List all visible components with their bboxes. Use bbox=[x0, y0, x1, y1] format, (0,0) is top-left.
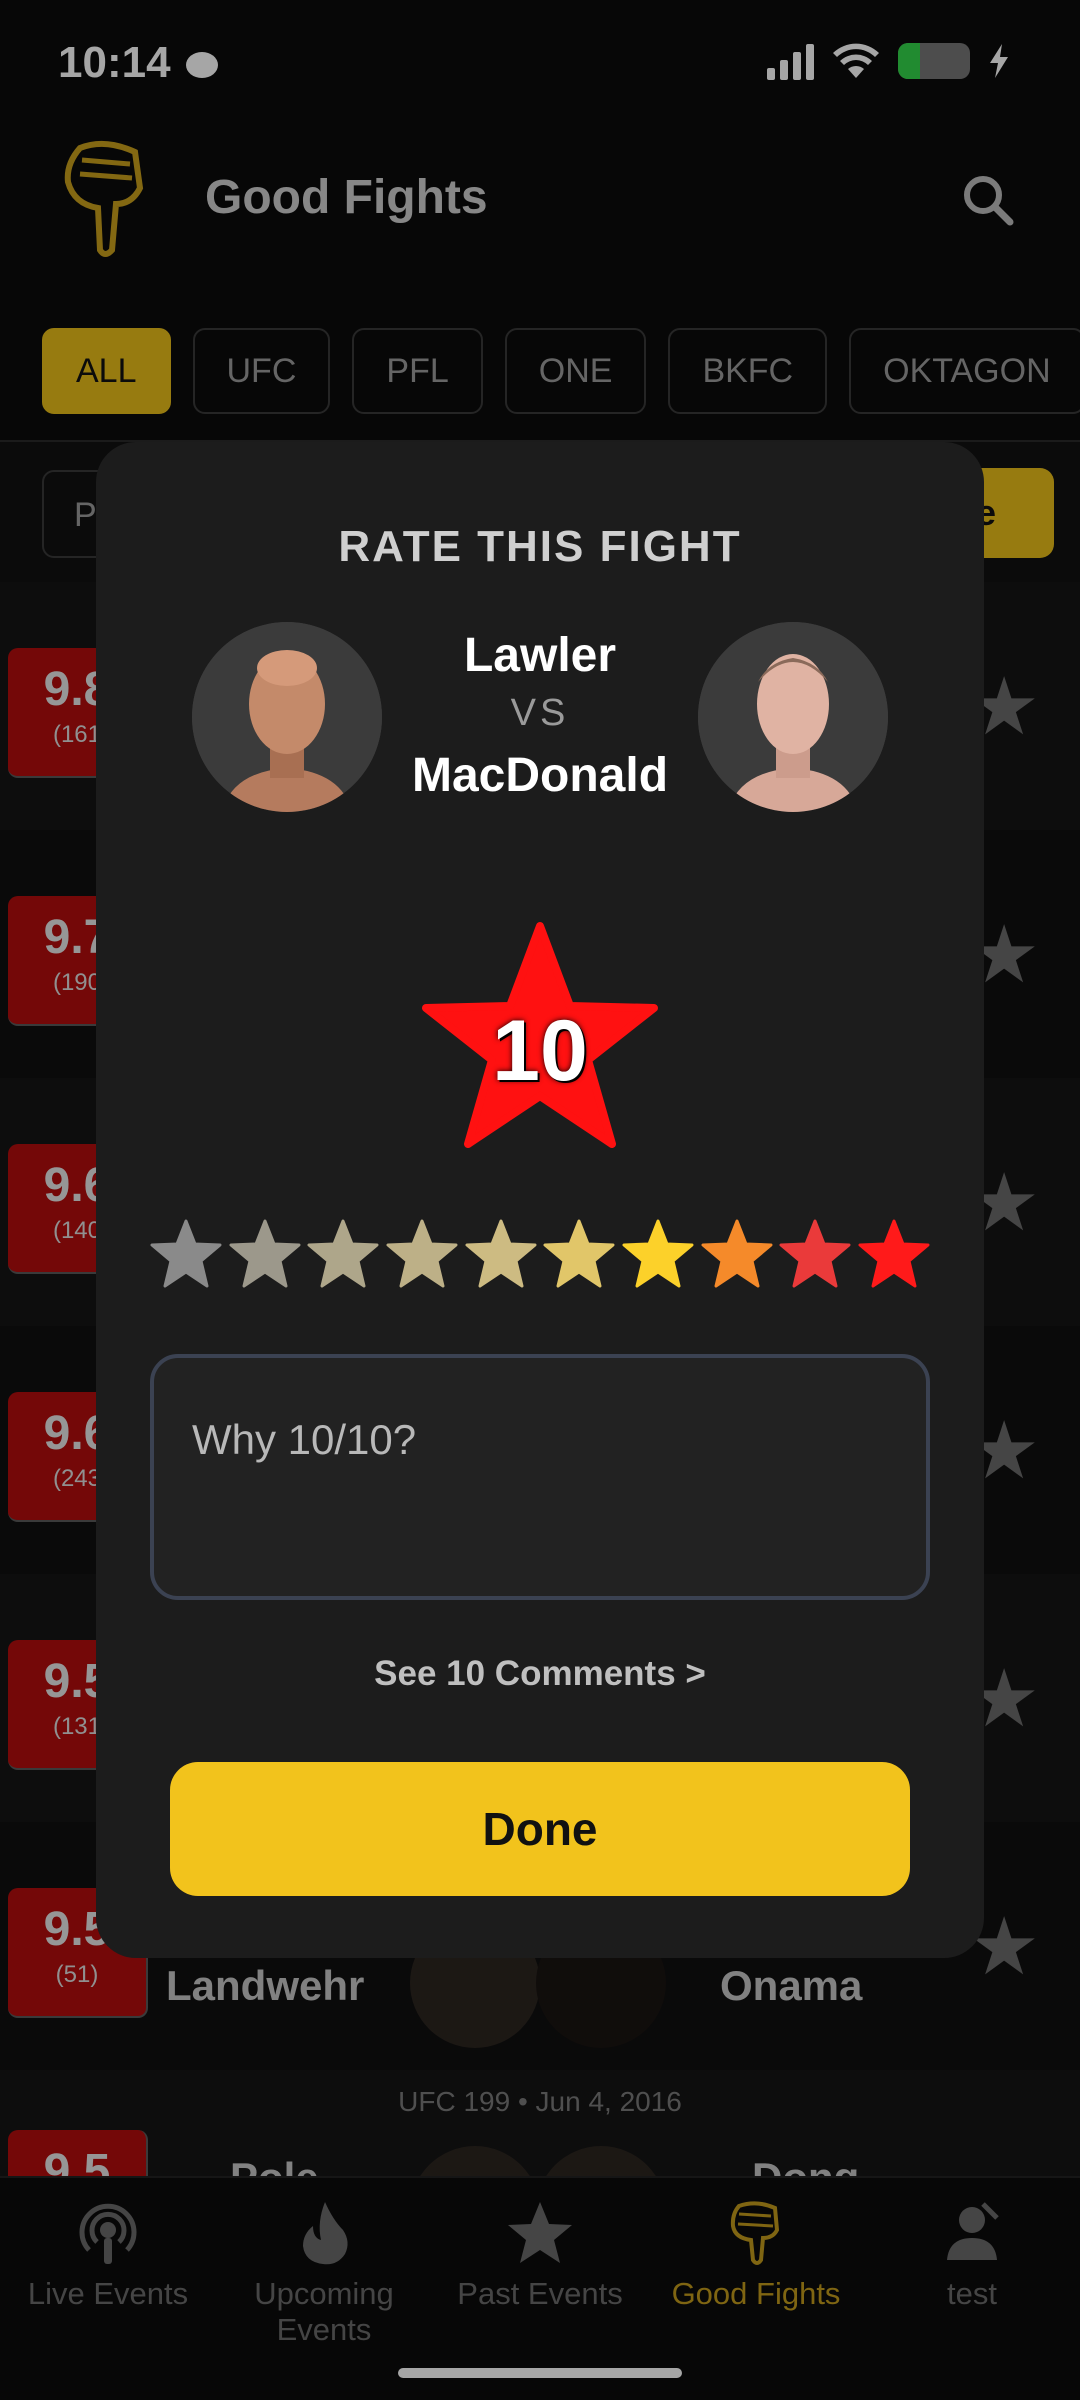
rating-value: 10 bbox=[492, 1003, 588, 1099]
rating-star-9-icon[interactable] bbox=[779, 1218, 851, 1290]
fighter-b-name: MacDonald bbox=[411, 749, 669, 802]
rating-star-2-icon[interactable] bbox=[229, 1218, 301, 1290]
comment-input[interactable]: Why 10/10? bbox=[150, 1354, 930, 1600]
fighter-a-name: Lawler bbox=[463, 629, 617, 682]
comment-placeholder: Why 10/10? bbox=[192, 1416, 417, 1463]
vs-label: VS bbox=[510, 692, 570, 734]
rating-star-1-icon[interactable] bbox=[150, 1218, 222, 1290]
rating-star-8-icon[interactable] bbox=[701, 1218, 773, 1290]
rate-fight-modal: RATE THIS FIGHT Lawler VS MacDonald 10 W… bbox=[96, 442, 984, 1958]
rating-star-7-icon[interactable] bbox=[622, 1218, 694, 1290]
rating-star-10-icon[interactable] bbox=[858, 1218, 930, 1290]
modal-title: RATE THIS FIGHT bbox=[338, 522, 742, 571]
rating-star-5-icon[interactable] bbox=[465, 1218, 537, 1290]
rating-star-3-icon[interactable] bbox=[307, 1218, 379, 1290]
rating-star-4-icon[interactable] bbox=[386, 1218, 458, 1290]
see-comments-link[interactable]: See 10 Comments > bbox=[96, 1654, 984, 1694]
rating-star-6-icon[interactable] bbox=[543, 1218, 615, 1290]
done-button[interactable]: Done bbox=[170, 1762, 910, 1896]
rating-stars bbox=[150, 1218, 930, 1298]
